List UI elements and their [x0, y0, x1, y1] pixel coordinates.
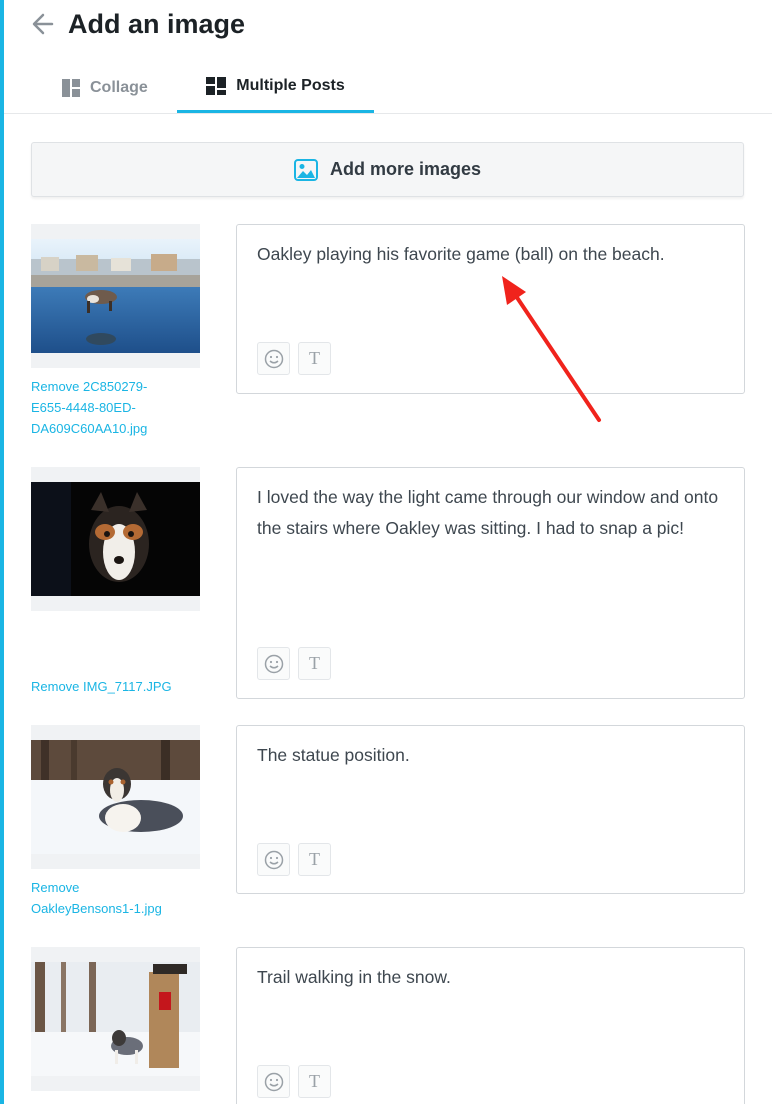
emoji-button[interactable] — [257, 843, 290, 876]
dog-snow-photo — [31, 740, 200, 854]
trail-snow-photo — [31, 962, 200, 1076]
arrow-left-icon[interactable] — [30, 11, 56, 37]
beach-dog-photo — [31, 239, 200, 353]
caption-text[interactable]: Oakley playing his favorite game (ball) … — [257, 239, 720, 270]
image-thumbnail — [31, 467, 200, 611]
add-more-images-button[interactable]: Add more images — [31, 142, 744, 197]
caption-toolbar: T — [257, 1065, 331, 1098]
image-thumbnail — [31, 224, 200, 368]
image-thumbnail — [31, 947, 200, 1091]
tab-multiple-posts-label: Multiple Posts — [236, 77, 345, 94]
remove-image-link[interactable]: Remove OakleyBensons1-1.jpg — [31, 877, 181, 919]
text-format-icon: T — [309, 849, 320, 869]
text-format-button[interactable]: T — [298, 647, 331, 680]
dog-portrait-photo — [31, 482, 200, 596]
caption-editor[interactable]: Trail walking in the snow. T — [236, 947, 745, 1104]
smiley-icon — [264, 349, 283, 368]
smiley-icon — [264, 654, 283, 673]
smiley-icon — [264, 1072, 283, 1091]
caption-text[interactable]: Trail walking in the snow. — [257, 962, 720, 993]
remove-image-link[interactable]: Remove IMG_7117.JPG — [31, 676, 181, 697]
add-more-images-label: Add more images — [329, 159, 482, 179]
caption-toolbar: T — [257, 647, 331, 680]
text-format-button[interactable]: T — [298, 1065, 331, 1098]
text-format-button[interactable]: T — [298, 843, 331, 876]
header: Add an image — [30, 6, 245, 42]
emoji-button[interactable] — [257, 342, 290, 375]
text-format-icon: T — [309, 1071, 320, 1091]
emoji-button[interactable] — [257, 1065, 290, 1098]
text-format-button[interactable]: T — [298, 342, 331, 375]
caption-editor[interactable]: The statue position. T — [236, 725, 745, 894]
image-thumbnail — [31, 725, 200, 869]
tab-multiple-posts[interactable]: Multiple Posts — [177, 62, 374, 113]
tab-collage[interactable]: Collage — [62, 62, 148, 114]
caption-text[interactable]: The statue position. — [257, 740, 720, 771]
caption-text[interactable]: I loved the way the light came through o… — [257, 482, 720, 544]
caption-toolbar: T — [257, 843, 331, 876]
left-accent-bar — [0, 0, 4, 1104]
tab-collage-label: Collage — [90, 79, 148, 96]
text-format-icon: T — [309, 348, 320, 368]
page-title: Add an image — [68, 8, 246, 39]
caption-toolbar: T — [257, 342, 331, 375]
caption-editor[interactable]: Oakley playing his favorite game (ball) … — [236, 224, 745, 394]
text-format-icon: T — [309, 653, 320, 673]
smiley-icon — [264, 850, 283, 869]
emoji-button[interactable] — [257, 647, 290, 680]
multiple-posts-icon — [206, 77, 227, 95]
caption-editor[interactable]: I loved the way the light came through o… — [236, 467, 745, 699]
tab-bar: Collage Multiple Posts — [4, 62, 772, 114]
image-icon — [293, 158, 318, 181]
remove-image-link[interactable]: Remove 2C850279-E655-4448-80ED-DA609C60A… — [31, 376, 181, 439]
collage-icon — [62, 79, 80, 97]
